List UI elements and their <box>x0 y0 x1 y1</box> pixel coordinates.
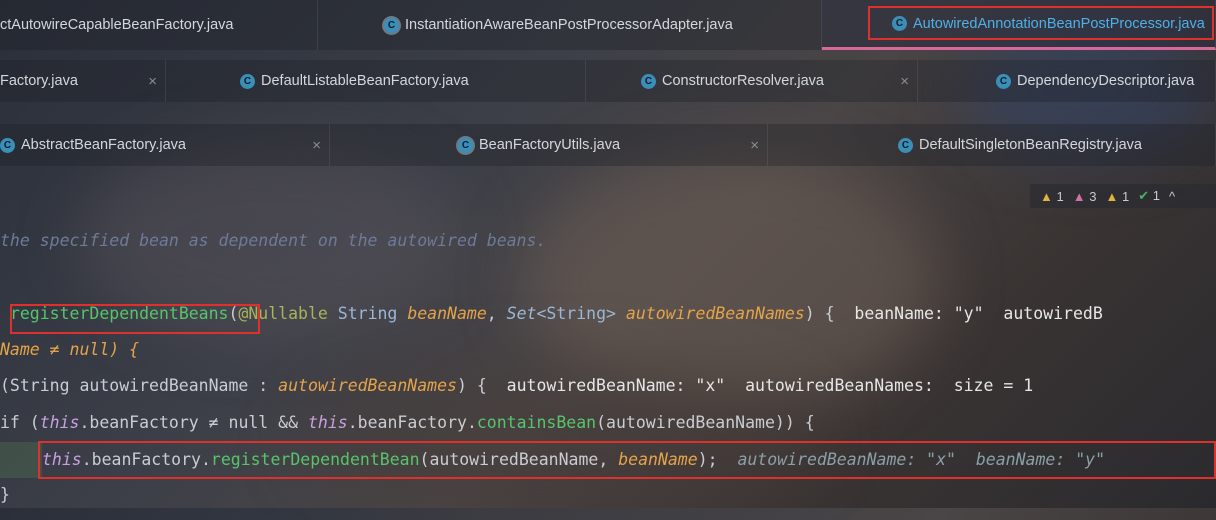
class-icon: C <box>384 17 399 33</box>
tab-default-singleton-bean-registry[interactable]: C DefaultSingletonBeanRegistry.java <box>768 124 1216 166</box>
editor-tab-row-1: ctAutowireCapableBeanFactory.java C Inst… <box>0 0 1216 50</box>
inspection-warnings-2[interactable]: ▲ 1 <box>1105 189 1129 204</box>
code-line-for-loop: (String autowiredBeanName : autowiredBea… <box>0 376 1034 395</box>
close-icon[interactable]: × <box>148 73 157 90</box>
tab-label: AutowiredAnnotationBeanPostProcessor.jav… <box>913 15 1205 32</box>
method-name: registerDependentBeans <box>9 304 229 323</box>
code-comment: the specified bean as dependent on the a… <box>0 231 547 250</box>
debug-hint: beanName: "y" <box>854 304 984 323</box>
execution-line-gutter <box>0 442 42 478</box>
tab-abstract-bean-factory[interactable]: C AbstractBeanFactory.java × <box>0 124 330 166</box>
tab-label: AbstractBeanFactory.java <box>21 137 186 153</box>
tab-label: DependencyDescriptor.java <box>1017 73 1195 89</box>
editor-tab-row-3: C AbstractBeanFactory.java × C BeanFacto… <box>0 124 1216 166</box>
close-icon[interactable]: × <box>750 137 759 154</box>
tab-abstract-autowire-capable-bean-factory[interactable]: ctAutowireCapableBeanFactory.java <box>0 0 318 50</box>
inspection-widget[interactable]: ▲ 1 ▲ 3 ▲ 1 ✔ 1 ^ <box>1030 184 1216 208</box>
tab-label: DefaultListableBeanFactory.java <box>261 73 469 89</box>
inspection-ok[interactable]: ✔ 1 <box>1138 188 1160 204</box>
code-line-register: this.beanFactory.registerDependentBean(a… <box>42 450 1105 469</box>
tab-constructor-resolver[interactable]: C ConstructorResolver.java × <box>586 60 918 102</box>
tab-dependency-descriptor[interactable]: C DependencyDescriptor.java <box>918 60 1216 102</box>
editor-tab-row-2: Factory.java × C DefaultListableBeanFact… <box>0 60 1216 102</box>
debug-hint: autowiredBeanName: "x" <box>737 450 956 469</box>
debug-hint: autowiredBeanName: "x" <box>506 376 726 395</box>
tab-label: InstantiationAwareBeanPostProcessorAdapt… <box>405 17 733 33</box>
class-icon: C <box>240 73 255 89</box>
code-line-if: if (this.beanFactory ≠ null && this.bean… <box>0 413 815 432</box>
class-icon: C <box>996 73 1011 89</box>
tab-label: ctAutowireCapableBeanFactory.java <box>0 17 234 33</box>
tab-bean-factory-utils[interactable]: C BeanFactoryUtils.java × <box>330 124 768 166</box>
warning-icon: ▲ <box>1040 188 1053 204</box>
inspection-weak-warnings[interactable]: ▲ 3 <box>1073 189 1097 204</box>
tab-default-listable-bean-factory[interactable]: C DefaultListableBeanFactory.java <box>166 60 586 102</box>
tab-bean-factory[interactable]: Factory.java × <box>0 60 166 102</box>
weak-warning-icon: ▲ <box>1072 188 1086 204</box>
check-icon: ✔ <box>1138 188 1150 203</box>
warning-icon: ▲ <box>1105 188 1119 204</box>
tab-label: ConstructorResolver.java <box>662 73 824 89</box>
class-icon: C <box>458 137 473 153</box>
tab-label: DefaultSingletonBeanRegistry.java <box>919 137 1143 153</box>
class-icon: C <box>0 137 15 153</box>
debug-hint: beanName: "y" <box>975 450 1105 469</box>
code-line-method-signature: registerDependentBeans(@Nullable String … <box>9 304 1103 323</box>
class-icon: C <box>898 137 913 153</box>
tab-autowired-annotation-bean-post-processor[interactable]: C AutowiredAnnotationBeanPostProcessor.j… <box>822 0 1216 50</box>
code-line-close-brace: } <box>0 485 10 504</box>
code-line-null-check: Name ≠ null) { <box>0 340 140 359</box>
inspection-warnings[interactable]: ▲ 1 <box>1040 189 1064 204</box>
tab-label: BeanFactoryUtils.java <box>479 137 621 153</box>
close-icon[interactable]: × <box>900 73 909 90</box>
close-icon[interactable]: × <box>312 137 321 154</box>
class-icon: C <box>641 73 656 89</box>
tab-label: Factory.java <box>0 73 78 89</box>
collapse-icon[interactable]: ^ <box>1169 189 1175 204</box>
debug-hint: autowiredB <box>1003 304 1103 323</box>
tab-instantiation-aware-bean-post-processor-adapter[interactable]: C InstantiationAwareBeanPostProcessorAda… <box>318 0 822 50</box>
debug-hint: autowiredBeanNames: size = 1 <box>745 376 1034 395</box>
class-icon: C <box>892 16 907 31</box>
